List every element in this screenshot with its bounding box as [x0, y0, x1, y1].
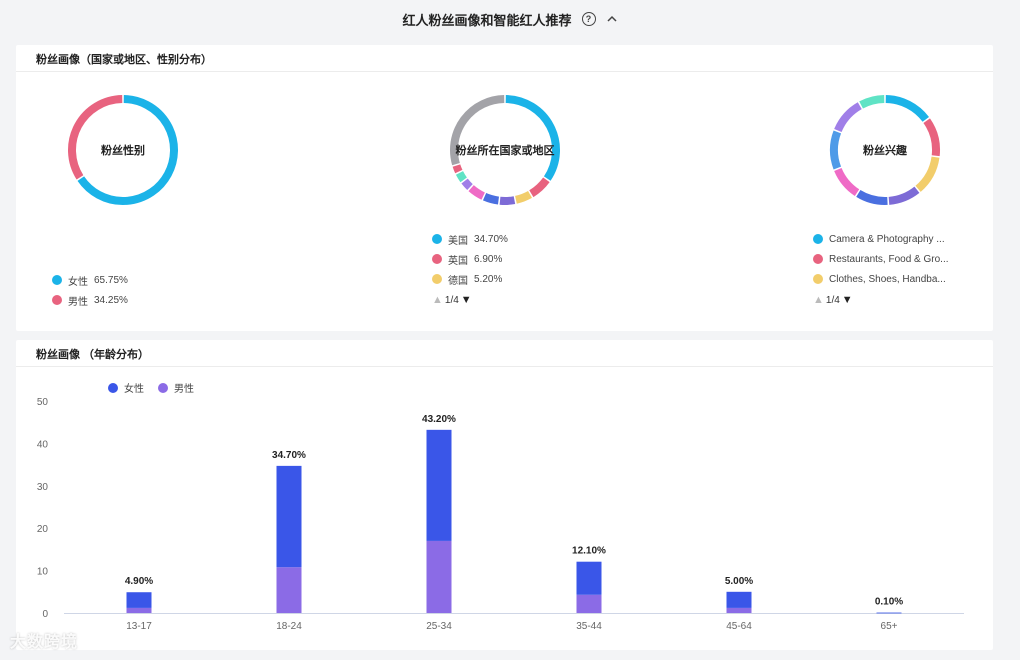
legend-dot [813, 234, 823, 244]
x-tick-label: 65+ [881, 621, 898, 632]
help-icon[interactable]: ? [581, 12, 596, 26]
country-donut-label: 粉丝所在国家或地区 [455, 145, 555, 157]
legend-dot [813, 274, 823, 284]
gender-donut[interactable]: 粉丝性别 [66, 93, 180, 207]
interest-donut-label: 粉丝兴趣 [863, 145, 907, 157]
bar-total-label: 5.00% [725, 576, 753, 587]
page-down-icon[interactable]: ▼ [842, 294, 853, 306]
y-tick-label: 30 [37, 482, 49, 493]
legend-text: Restaurants, Food & Gro... [829, 253, 949, 265]
legend-dot [432, 274, 442, 284]
x-tick-label: 13-17 [126, 621, 152, 632]
age-bar-chart: 0 10 20 30 40 50 4.90% 13-17 34.70% 18-24 43.20% 25… [37, 397, 964, 632]
bar-female-35-44[interactable] [576, 561, 602, 595]
bar-total-label: 0.10% [875, 597, 903, 608]
age-panel: 粉丝画像 （年龄分布） 女性 男性 0 10 20 30 40 50 4.90% 13-17 3… [16, 340, 993, 650]
legend-value: 5.20% [474, 273, 503, 285]
legend-item-female[interactable]: 女性 65.75% [52, 270, 128, 290]
legend-item-male[interactable]: 男性 34.25% [52, 290, 128, 310]
legend-value: 6.90% [474, 253, 503, 265]
legend-name: 女性 [68, 276, 88, 288]
divider [16, 71, 993, 72]
chevron-up-icon[interactable] [606, 13, 618, 25]
legend-name: 男性 [68, 296, 88, 308]
country-donut[interactable]: 粉丝所在国家或地区 [448, 93, 562, 207]
legend-value: 65.75% [94, 274, 128, 286]
page-indicator: 1/4 [825, 294, 840, 306]
x-tick-label: 45-64 [726, 621, 752, 632]
legend-text: Camera & Photography ... [829, 233, 945, 245]
bar-male-45-64[interactable] [726, 607, 752, 613]
legend-item-interest-1[interactable]: Camera & Photography ... [813, 229, 963, 249]
interest-donut[interactable]: 粉丝兴趣 [828, 93, 942, 207]
y-tick-label: 10 [37, 567, 49, 578]
country-legend: 美国 34.70% 英国 6.90% 德国 5.20% ▲ 1/4 ▼ [432, 229, 508, 309]
legend-value: 34.25% [94, 294, 128, 306]
bar-male-35-44[interactable] [576, 594, 602, 613]
bar-total-label: 4.90% [125, 576, 153, 587]
y-tick-label: 50 [37, 397, 49, 408]
bar-female-13-17[interactable] [126, 592, 152, 608]
gender-legend: 女性 65.75% 男性 34.25% [52, 270, 128, 310]
country-pager: ▲ 1/4 ▼ [432, 291, 508, 309]
section-title: 红人粉丝画像和智能红人推荐 [402, 12, 572, 28]
bar-total-label: 12.10% [572, 546, 606, 557]
legend-item-de[interactable]: 德国 5.20% [432, 269, 508, 289]
legend-value: 34.70% [474, 233, 508, 245]
bar-male-25-34[interactable] [426, 540, 452, 613]
legend-name: 英国 [448, 255, 468, 267]
bar-male-13-17[interactable] [126, 607, 152, 613]
page-indicator: 1/4 [444, 294, 459, 306]
legend-text: Clothes, Shoes, Handba... [829, 273, 946, 285]
x-tick-label: 25-34 [426, 621, 452, 632]
page-up-icon[interactable]: ▲ [432, 294, 443, 306]
y-tick-label: 20 [37, 524, 49, 535]
region-gender-panel: 粉丝画像（国家或地区、性别分布） 粉丝性别 女性 65.75% 男性 34.25… [16, 45, 993, 331]
legend-dot [52, 275, 62, 285]
bar-female-25-34[interactable] [426, 429, 452, 541]
y-tick-label: 0 [42, 609, 48, 620]
legend-item-uk[interactable]: 英国 6.90% [432, 249, 508, 269]
gender-donut-label: 粉丝性别 [101, 145, 145, 157]
legend-name: 德国 [448, 275, 468, 287]
legend-item-interest-3[interactable]: Clothes, Shoes, Handba... [813, 269, 963, 289]
legend-item-us[interactable]: 美国 34.70% [432, 229, 508, 249]
legend-item-interest-2[interactable]: Restaurants, Food & Gro... [813, 249, 963, 269]
page-up-icon[interactable]: ▲ [813, 294, 824, 306]
section-header[interactable]: 红人粉丝画像和智能红人推荐 ? [0, 0, 1020, 38]
legend-dot [52, 295, 62, 305]
bar-total-label: 43.20% [422, 414, 456, 425]
interest-pager: ▲ 1/4 ▼ [813, 291, 963, 309]
legend-name: 美国 [448, 235, 468, 247]
bar-female-65+[interactable] [876, 612, 902, 614]
x-tick-label: 35-44 [576, 621, 602, 632]
legend-dot [432, 254, 442, 264]
bar-total-label: 34.70% [272, 450, 306, 461]
legend-dot [813, 254, 823, 264]
interest-legend: Camera & Photography ... Restaurants, Fo… [813, 229, 963, 309]
bar-female-18-24[interactable] [276, 465, 302, 568]
panel-title: 粉丝画像（国家或地区、性别分布） [36, 54, 212, 66]
watermark: 大数跨境 [10, 634, 79, 651]
legend-dot [432, 234, 442, 244]
bar-female-45-64[interactable] [726, 591, 752, 608]
y-tick-label: 40 [37, 439, 49, 450]
bar-male-18-24[interactable] [276, 567, 302, 613]
x-tick-label: 18-24 [276, 621, 302, 632]
page-down-icon[interactable]: ▼ [461, 294, 472, 306]
